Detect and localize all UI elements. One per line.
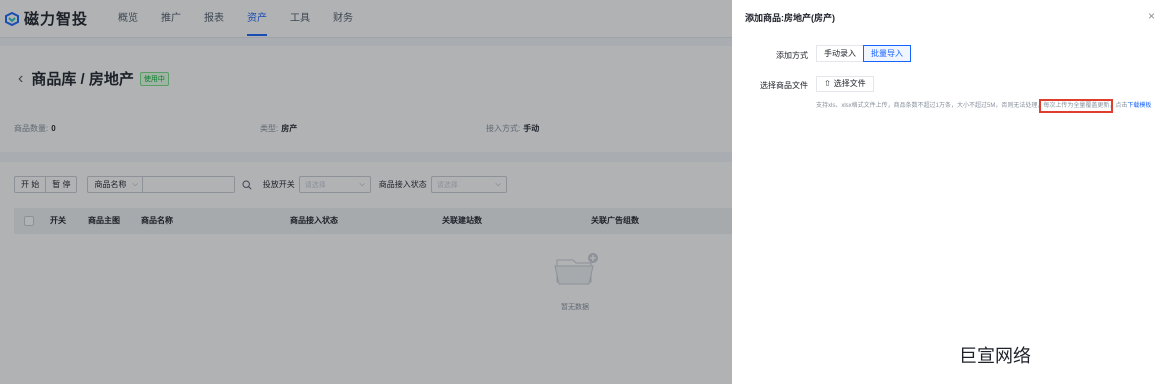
hint-text: 支持xls、xlsx格式文件上传，商品条数不超过1万条，大小不超过5M，否则无法… (816, 103, 1044, 109)
add-mode-radio-group: 手动录入 批量导入 (816, 45, 911, 62)
hint-text-after: ，点击 (1109, 103, 1128, 109)
app-background: 磁力智投 概览 推广 报表 资产 工具 财务 ‹ 商品库 / 房地产 使用中 商… (0, 0, 732, 384)
file-label: 选择商品文件 (760, 81, 808, 90)
modal-mask[interactable] (0, 0, 732, 384)
select-file-label: 选择文件 (833, 79, 866, 88)
upload-icon: ⇧ (824, 79, 831, 88)
upload-hint: 支持xls、xlsx格式文件上传，商品条数不超过1万条，大小不超过5M，否则无法… (816, 99, 1154, 113)
download-template-link[interactable]: 下载模板 (1127, 103, 1151, 109)
select-file-button[interactable]: ⇧ 选择文件 (816, 76, 874, 92)
mode-manual-button[interactable]: 手动录入 (816, 45, 864, 62)
close-icon[interactable]: × (1148, 9, 1155, 23)
hint-highlight: 每次上传为全量覆盖更新 (1039, 99, 1114, 113)
add-mode-label: 添加方式 (776, 51, 808, 60)
watermark: 巨宣网络 (959, 346, 1031, 366)
drawer-title: 添加商品:房地产(房产) (745, 13, 835, 23)
mode-batch-button[interactable]: 批量导入 (863, 45, 911, 62)
add-product-drawer: 添加商品:房地产(房产) × 添加方式 手动录入 批量导入 选择商品文件 ⇧ 选… (732, 0, 1163, 384)
